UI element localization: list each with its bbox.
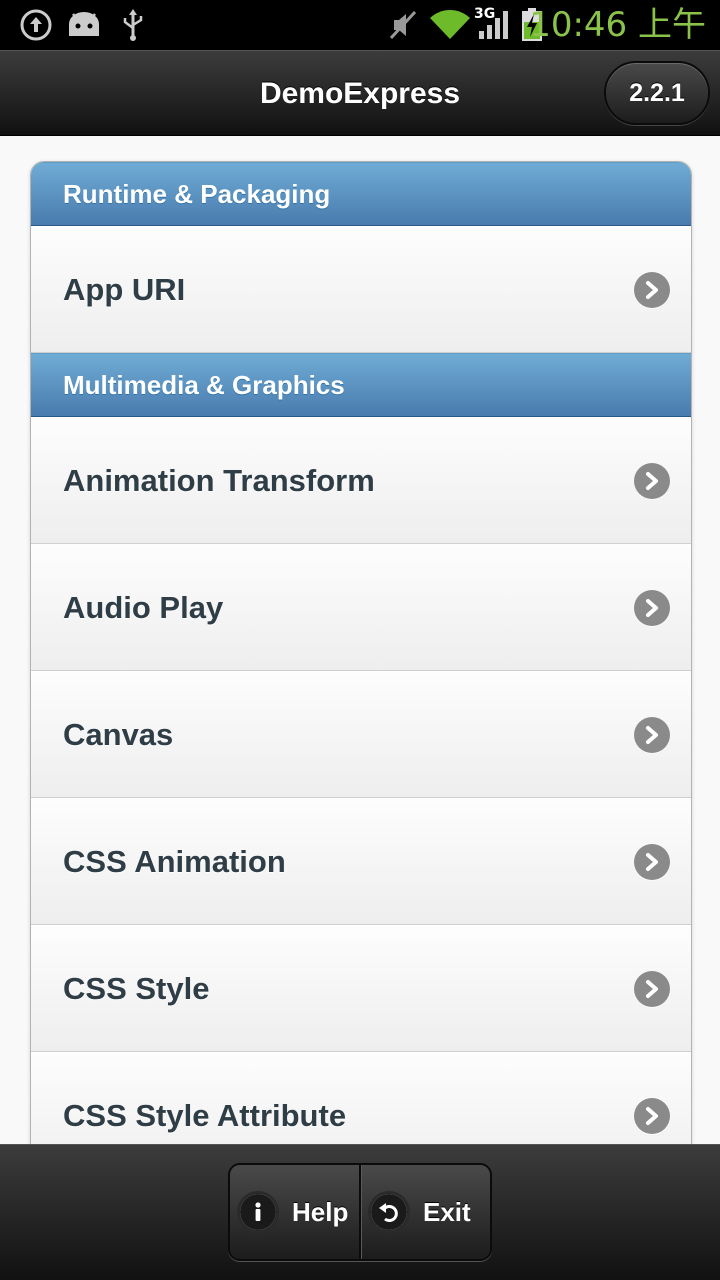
clock: 10:46 上午 (529, 5, 706, 45)
list-item-label: App URI (63, 271, 186, 307)
footer-navbar: Help Exit (228, 1163, 492, 1261)
sync-icon (18, 8, 54, 42)
demo-list: Runtime & Packaging App URI Multimedia & G… (30, 161, 692, 1144)
list-item-label: Audio Play (63, 589, 224, 625)
back-arrow-icon (371, 1194, 407, 1230)
list-item[interactable]: CSS Style (31, 925, 691, 1052)
status-bar: 3G 10:46 上午 (0, 0, 720, 50)
list-item-label: CSS Style (63, 970, 210, 1006)
list-item-label: CSS Style Attribute (63, 1097, 347, 1133)
chevron-right-icon (634, 1097, 670, 1134)
list-item[interactable]: Canvas (31, 671, 691, 798)
signal-icon (476, 8, 512, 42)
content-area: Runtime & Packaging App URI Multimedia & G… (0, 136, 720, 1144)
usb-icon (118, 8, 148, 42)
footer-bar: Help Exit (0, 1144, 720, 1280)
chevron-right-icon (634, 462, 670, 499)
version-button[interactable]: 2.2.1 (604, 61, 710, 125)
list-item[interactable]: Animation Transform (31, 417, 691, 544)
list-item-label: CSS Animation (63, 843, 286, 879)
wifi-icon (428, 8, 472, 42)
header-bar: DemoExpress 2.2.1 (0, 50, 720, 136)
list-item[interactable]: Audio Play (31, 544, 691, 671)
exit-label: Exit (423, 1196, 471, 1227)
list-item-label: Animation Transform (63, 462, 375, 498)
chevron-right-icon (634, 843, 670, 880)
help-label: Help (292, 1196, 349, 1227)
exit-button[interactable]: Exit (359, 1165, 490, 1259)
list-item[interactable]: App URI (31, 226, 691, 353)
chevron-right-icon (634, 716, 670, 753)
chevron-right-icon (634, 271, 670, 308)
list-item[interactable]: CSS Animation (31, 798, 691, 925)
android-icon (64, 8, 104, 42)
list-divider: Runtime & Packaging (31, 162, 691, 226)
chevron-right-icon (634, 589, 670, 626)
help-button[interactable]: Help (230, 1165, 359, 1259)
chevron-right-icon (634, 970, 670, 1007)
list-divider: Multimedia & Graphics (31, 353, 691, 417)
list-item[interactable]: CSS Style Attribute (31, 1052, 691, 1144)
info-icon (240, 1194, 276, 1230)
list-item-label: Canvas (63, 716, 174, 752)
mute-icon (386, 8, 420, 42)
